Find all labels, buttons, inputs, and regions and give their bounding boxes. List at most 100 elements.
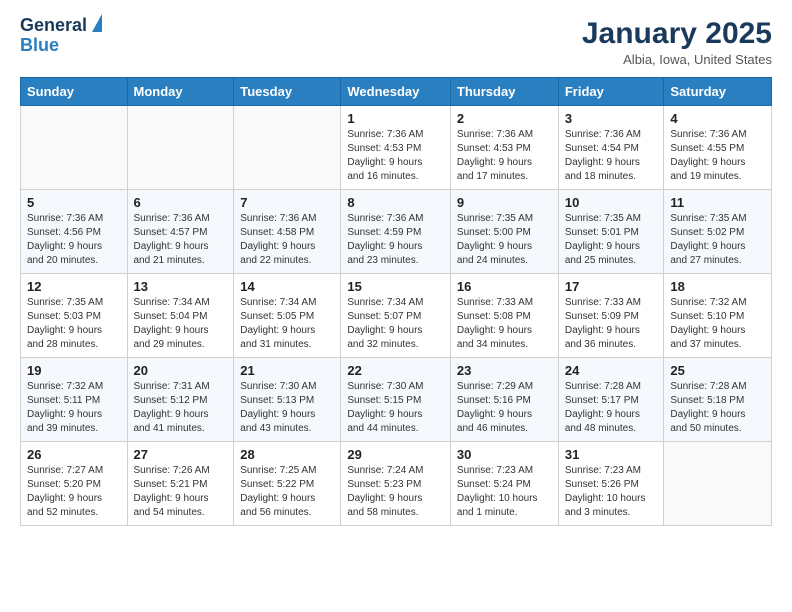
header-wednesday: Wednesday bbox=[341, 78, 451, 106]
table-row: 28 Sunrise: 7:25 AM Sunset: 5:22 PM Dayli… bbox=[234, 442, 341, 526]
header: General Blue January 2025 Albia, Iowa, U… bbox=[20, 16, 772, 67]
day-number: 19 bbox=[27, 363, 121, 378]
table-row: 15 Sunrise: 7:34 AM Sunset: 5:07 PM Dayli… bbox=[341, 274, 451, 358]
day-info: Sunrise: 7:25 AM Sunset: 5:22 PM Dayligh… bbox=[240, 464, 334, 520]
calendar-week-row: 26Sunrise: 7:27 AM Sunset: 5:20 PM Dayli… bbox=[21, 442, 772, 526]
day-info: Sunrise: 7:23 AM Sunset: 5:26 PM Dayligh… bbox=[565, 464, 658, 520]
day-info: Sunrise: 7:32 AM Sunset: 5:10 PM Dayligh… bbox=[670, 296, 765, 352]
table-row: 8 Sunrise: 7:36 AM Sunset: 4:59 PM Daylig… bbox=[341, 190, 451, 274]
day-number: 4 bbox=[670, 111, 765, 126]
table-row: 30 Sunrise: 7:23 AM Sunset: 5:24 PM Dayli… bbox=[450, 442, 558, 526]
day-number: 12 bbox=[27, 279, 121, 294]
day-number: 20 bbox=[134, 363, 228, 378]
table-row: 19Sunrise: 7:32 AM Sunset: 5:11 PM Dayli… bbox=[21, 358, 128, 442]
header-monday: Monday bbox=[127, 78, 234, 106]
day-info: Sunrise: 7:35 AM Sunset: 5:02 PM Dayligh… bbox=[670, 212, 765, 268]
day-number: 15 bbox=[347, 279, 444, 294]
day-number: 11 bbox=[670, 195, 765, 210]
table-row: 3 Sunrise: 7:36 AM Sunset: 4:54 PM Daylig… bbox=[558, 106, 664, 190]
day-info: Sunrise: 7:31 AM Sunset: 5:12 PM Dayligh… bbox=[134, 380, 228, 436]
table-row: 4 Sunrise: 7:36 AM Sunset: 4:55 PM Daylig… bbox=[664, 106, 772, 190]
header-friday: Friday bbox=[558, 78, 664, 106]
table-row bbox=[21, 106, 128, 190]
calendar-week-row: 5 Sunrise: 7:36 AM Sunset: 4:56 PM Daylig… bbox=[21, 190, 772, 274]
table-row: 12 Sunrise: 7:35 AM Sunset: 5:03 PM Dayli… bbox=[21, 274, 128, 358]
day-info: Sunrise: 7:30 AM Sunset: 5:13 PM Dayligh… bbox=[240, 380, 334, 436]
table-row: 21 Sunrise: 7:30 AM Sunset: 5:13 PM Dayli… bbox=[234, 358, 341, 442]
day-info: Sunrise: 7:33 AM Sunset: 5:08 PM Dayligh… bbox=[457, 296, 552, 352]
day-info: Sunrise: 7:34 AM Sunset: 5:07 PM Dayligh… bbox=[347, 296, 444, 352]
table-row: 29 Sunrise: 7:24 AM Sunset: 5:23 PM Dayli… bbox=[341, 442, 451, 526]
day-info: Sunrise: 7:36 AM Sunset: 4:55 PM Dayligh… bbox=[670, 128, 765, 184]
calendar-week-row: 19Sunrise: 7:32 AM Sunset: 5:11 PM Dayli… bbox=[21, 358, 772, 442]
day-number: 21 bbox=[240, 363, 334, 378]
day-info: Sunrise: 7:36 AM Sunset: 4:57 PM Dayligh… bbox=[134, 212, 228, 268]
day-info: Sunrise: 7:36 AM Sunset: 4:58 PM Dayligh… bbox=[240, 212, 334, 268]
day-number: 1 bbox=[347, 111, 444, 126]
day-number: 31 bbox=[565, 447, 658, 462]
day-number: 26 bbox=[27, 447, 121, 462]
header-tuesday: Tuesday bbox=[234, 78, 341, 106]
day-number: 22 bbox=[347, 363, 444, 378]
day-number: 3 bbox=[565, 111, 658, 126]
day-number: 2 bbox=[457, 111, 552, 126]
calendar-week-row: 12 Sunrise: 7:35 AM Sunset: 5:03 PM Dayli… bbox=[21, 274, 772, 358]
day-number: 28 bbox=[240, 447, 334, 462]
day-info: Sunrise: 7:36 AM Sunset: 4:59 PM Dayligh… bbox=[347, 212, 444, 268]
day-number: 6 bbox=[134, 195, 228, 210]
day-info: Sunrise: 7:35 AM Sunset: 5:00 PM Dayligh… bbox=[457, 212, 552, 268]
logo: General Blue bbox=[20, 16, 102, 56]
table-row: 23Sunrise: 7:29 AM Sunset: 5:16 PM Dayli… bbox=[450, 358, 558, 442]
calendar-header-row: Sunday Monday Tuesday Wednesday Thursday… bbox=[21, 78, 772, 106]
day-number: 29 bbox=[347, 447, 444, 462]
table-row: 11 Sunrise: 7:35 AM Sunset: 5:02 PM Dayli… bbox=[664, 190, 772, 274]
table-row: 24Sunrise: 7:28 AM Sunset: 5:17 PM Dayli… bbox=[558, 358, 664, 442]
day-number: 14 bbox=[240, 279, 334, 294]
table-row bbox=[664, 442, 772, 526]
day-info: Sunrise: 7:28 AM Sunset: 5:18 PM Dayligh… bbox=[670, 380, 765, 436]
table-row: 20 Sunrise: 7:31 AM Sunset: 5:12 PM Dayli… bbox=[127, 358, 234, 442]
day-number: 23 bbox=[457, 363, 552, 378]
day-number: 10 bbox=[565, 195, 658, 210]
day-info: Sunrise: 7:34 AM Sunset: 5:05 PM Dayligh… bbox=[240, 296, 334, 352]
day-number: 9 bbox=[457, 195, 552, 210]
table-row: 27 Sunrise: 7:26 AM Sunset: 5:21 PM Dayli… bbox=[127, 442, 234, 526]
subtitle: Albia, Iowa, United States bbox=[582, 52, 772, 67]
table-row: 22 Sunrise: 7:30 AM Sunset: 5:15 PM Dayli… bbox=[341, 358, 451, 442]
table-row: 26Sunrise: 7:27 AM Sunset: 5:20 PM Dayli… bbox=[21, 442, 128, 526]
day-info: Sunrise: 7:35 AM Sunset: 5:01 PM Dayligh… bbox=[565, 212, 658, 268]
table-row: 6 Sunrise: 7:36 AM Sunset: 4:57 PM Daylig… bbox=[127, 190, 234, 274]
table-row: 18Sunrise: 7:32 AM Sunset: 5:10 PM Dayli… bbox=[664, 274, 772, 358]
day-info: Sunrise: 7:23 AM Sunset: 5:24 PM Dayligh… bbox=[457, 464, 552, 520]
table-row: 10 Sunrise: 7:35 AM Sunset: 5:01 PM Dayli… bbox=[558, 190, 664, 274]
table-row: 31 Sunrise: 7:23 AM Sunset: 5:26 PM Dayli… bbox=[558, 442, 664, 526]
table-row: 7 Sunrise: 7:36 AM Sunset: 4:58 PM Daylig… bbox=[234, 190, 341, 274]
day-number: 17 bbox=[565, 279, 658, 294]
table-row: 5 Sunrise: 7:36 AM Sunset: 4:56 PM Daylig… bbox=[21, 190, 128, 274]
table-row bbox=[234, 106, 341, 190]
day-number: 5 bbox=[27, 195, 121, 210]
day-info: Sunrise: 7:36 AM Sunset: 4:54 PM Dayligh… bbox=[565, 128, 658, 184]
header-saturday: Saturday bbox=[664, 78, 772, 106]
day-info: Sunrise: 7:35 AM Sunset: 5:03 PM Dayligh… bbox=[27, 296, 121, 352]
day-number: 27 bbox=[134, 447, 228, 462]
day-info: Sunrise: 7:28 AM Sunset: 5:17 PM Dayligh… bbox=[565, 380, 658, 436]
table-row: 16Sunrise: 7:33 AM Sunset: 5:08 PM Dayli… bbox=[450, 274, 558, 358]
day-info: Sunrise: 7:36 AM Sunset: 4:53 PM Dayligh… bbox=[347, 128, 444, 184]
table-row: 17Sunrise: 7:33 AM Sunset: 5:09 PM Dayli… bbox=[558, 274, 664, 358]
day-info: Sunrise: 7:24 AM Sunset: 5:23 PM Dayligh… bbox=[347, 464, 444, 520]
day-info: Sunrise: 7:34 AM Sunset: 5:04 PM Dayligh… bbox=[134, 296, 228, 352]
day-info: Sunrise: 7:26 AM Sunset: 5:21 PM Dayligh… bbox=[134, 464, 228, 520]
table-row: 14 Sunrise: 7:34 AM Sunset: 5:05 PM Dayli… bbox=[234, 274, 341, 358]
day-info: Sunrise: 7:36 AM Sunset: 4:53 PM Dayligh… bbox=[457, 128, 552, 184]
table-row: 2 Sunrise: 7:36 AM Sunset: 4:53 PM Daylig… bbox=[450, 106, 558, 190]
day-number: 7 bbox=[240, 195, 334, 210]
table-row: 13Sunrise: 7:34 AM Sunset: 5:04 PM Dayli… bbox=[127, 274, 234, 358]
table-row: 1 Sunrise: 7:36 AM Sunset: 4:53 PM Daylig… bbox=[341, 106, 451, 190]
day-number: 8 bbox=[347, 195, 444, 210]
table-row bbox=[127, 106, 234, 190]
day-info: Sunrise: 7:36 AM Sunset: 4:56 PM Dayligh… bbox=[27, 212, 121, 268]
day-info: Sunrise: 7:30 AM Sunset: 5:15 PM Dayligh… bbox=[347, 380, 444, 436]
title-block: January 2025 Albia, Iowa, United States bbox=[582, 16, 772, 67]
day-number: 30 bbox=[457, 447, 552, 462]
